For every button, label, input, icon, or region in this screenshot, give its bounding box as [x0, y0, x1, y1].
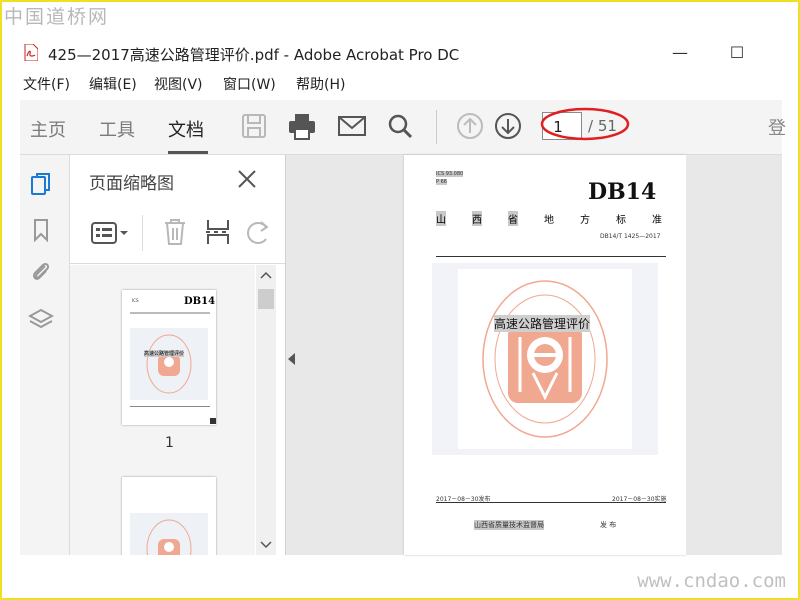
ics-code: ICS 93.080	[436, 171, 464, 177]
extract-pages-icon[interactable]	[204, 217, 232, 247]
cover-image: 高速公路管理评价	[432, 263, 658, 455]
tab-document[interactable]: 文档	[168, 116, 204, 142]
document-page-1: ICS 93.080 P 66 DB14 山 西 省 地 方 标 准 DB14/…	[404, 155, 686, 555]
thumb-corner-marker	[210, 418, 216, 424]
save-icon[interactable]	[238, 110, 270, 142]
menu-window[interactable]: 窗口(W)	[223, 74, 276, 94]
seal-emblem-icon	[482, 280, 608, 438]
main-toolbar: 主页 工具 文档 1 / 51 登	[20, 100, 786, 155]
thumb-header-line	[130, 312, 210, 314]
thumbnail-list: ICS DB14 高速公路管理评价 1	[70, 265, 255, 555]
active-tab-indicator	[168, 151, 208, 154]
province-standard-row: 山 西 省 地 方 标 准	[436, 211, 664, 226]
standard-number: DB14/T 1425—2017	[600, 233, 661, 240]
sign-in-button[interactable]: 登	[768, 114, 786, 140]
site-watermark-bottom: www.cndao.com	[637, 570, 786, 592]
tab-home[interactable]: 主页	[30, 116, 66, 142]
thumb-seal-icon-2	[146, 519, 192, 555]
standard-char: 准	[652, 215, 662, 226]
search-icon[interactable]	[384, 110, 416, 142]
navigation-pane-strip	[20, 155, 70, 555]
rotate-icon[interactable]	[244, 219, 270, 247]
tools-separator	[142, 215, 143, 251]
thumb-title: 高速公路管理评价	[144, 350, 185, 357]
menu-help[interactable]: 帮助(H)	[296, 74, 345, 94]
thumb-seal-icon	[146, 334, 192, 394]
maximize-button[interactable]: ☐	[717, 40, 757, 66]
page-thumbnail-1[interactable]: ICS DB14 高速公路管理评价	[122, 290, 216, 425]
issuer: 山西省质量技术监督局	[474, 520, 544, 530]
scroll-thumb[interactable]	[258, 289, 274, 309]
document-gutter-left	[286, 155, 404, 555]
collapse-panel-icon[interactable]	[288, 353, 295, 365]
scroll-up-icon[interactable]	[260, 271, 272, 279]
standard-char: 方	[580, 215, 590, 226]
document-gutter-right	[686, 155, 782, 555]
thumb-cover-block-2	[130, 513, 208, 555]
class-code: P 66	[436, 179, 447, 185]
tab-tools[interactable]: 工具	[99, 116, 135, 142]
next-page-icon[interactable]	[492, 110, 524, 142]
layers-icon[interactable]	[28, 307, 54, 333]
issue-word: 发 布	[600, 521, 617, 529]
standard-char: 西	[472, 211, 482, 226]
footer-rule	[436, 502, 666, 503]
pdf-file-icon	[24, 44, 38, 61]
thumb-cover-block: 高速公路管理评价	[130, 328, 208, 400]
attachment-icon[interactable]	[28, 259, 54, 285]
page-thumbnail-2[interactable]	[122, 477, 216, 555]
print-icon[interactable]	[286, 110, 318, 142]
close-icon[interactable]	[235, 167, 259, 191]
standard-char: 标	[616, 215, 626, 226]
document-title: 高速公路管理评价	[494, 315, 591, 332]
minimize-button[interactable]: —	[660, 40, 700, 66]
thumbnail-scrollbar[interactable]	[256, 265, 276, 555]
header-rule	[436, 256, 666, 257]
red-annotation-ellipse	[540, 107, 630, 141]
page-thumbnails-panel: 页面缩略图 ICS DB14 高速公路管理评价 1	[70, 155, 286, 555]
bookmark-icon[interactable]	[28, 217, 54, 243]
pages-icon[interactable]	[28, 171, 54, 197]
menu-view[interactable]: 视图(V)	[154, 74, 203, 94]
panel-title: 页面缩略图	[89, 174, 174, 194]
title-bar: 425—2017高速公路管理评价.pdf - Adobe Acrobat Pro…	[20, 38, 780, 68]
standard-char: 地	[544, 215, 554, 226]
standard-char: 省	[508, 211, 518, 226]
menu-file[interactable]: 文件(F)	[23, 74, 70, 94]
email-icon[interactable]	[336, 110, 368, 142]
thumbnail-page-label: 1	[165, 435, 174, 451]
options-menu-icon[interactable]	[90, 219, 130, 247]
scroll-down-icon[interactable]	[260, 541, 272, 549]
previous-page-icon[interactable]	[454, 110, 486, 142]
thumb-db-code: DB14	[184, 296, 216, 307]
standard-char: 山	[436, 211, 446, 226]
delete-icon[interactable]	[162, 217, 188, 247]
thumbnail-tools	[70, 205, 285, 264]
toolbar-separator	[436, 110, 437, 144]
menu-edit[interactable]: 编辑(E)	[89, 74, 137, 94]
db-code: DB14	[588, 179, 657, 205]
thumb-footer-line	[130, 406, 210, 407]
window-title: 425—2017高速公路管理评价.pdf - Adobe Acrobat Pro…	[48, 46, 460, 64]
site-watermark-top: 中国道桥网	[4, 6, 110, 28]
